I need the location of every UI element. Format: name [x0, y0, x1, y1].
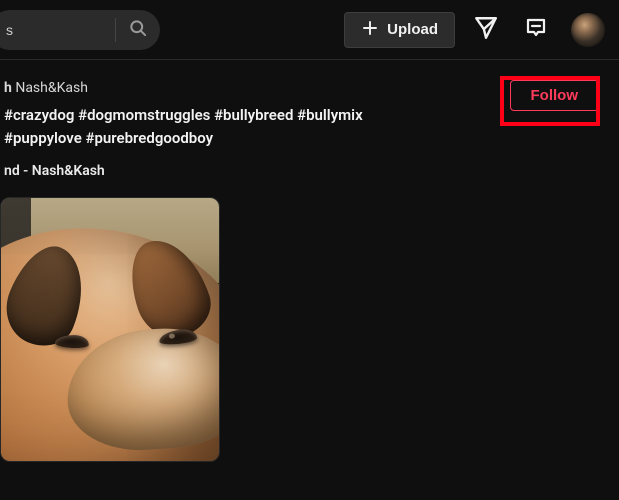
sound-link[interactable]: nd - Nash&Kash — [4, 163, 490, 179]
post-caption: #crazydog #dogmomstruggles #bullybreed #… — [4, 104, 490, 149]
search-icon — [128, 18, 148, 41]
inbox-button[interactable] — [517, 11, 555, 49]
post-header-row: h Nash&Kash #crazydog #dogmomstruggles #… — [0, 78, 619, 179]
video-thumbnail[interactable] — [0, 197, 220, 462]
search-button[interactable] — [116, 10, 160, 50]
sound-label: nd - Nash&Kash — [4, 163, 105, 179]
post-content: h Nash&Kash #crazydog #dogmomstruggles #… — [0, 60, 619, 462]
plus-icon — [361, 19, 379, 41]
messages-button[interactable] — [467, 11, 505, 49]
video-still-image — [1, 198, 219, 461]
top-bar: Upload — [0, 0, 619, 60]
caption-line-1[interactable]: #crazydog #dogmomstruggles #bullybreed #… — [4, 106, 363, 124]
inbox-icon — [524, 16, 548, 44]
send-icon — [473, 15, 499, 45]
search-box — [0, 10, 160, 50]
caption-line-2[interactable]: #puppylove #purebredgoodboy — [4, 129, 213, 147]
profile-avatar[interactable] — [571, 13, 605, 47]
upload-label: Upload — [387, 21, 438, 38]
follow-button[interactable]: Follow — [510, 80, 600, 111]
upload-button[interactable]: Upload — [344, 12, 455, 48]
author-username[interactable]: h Nash&Kash — [4, 80, 490, 96]
